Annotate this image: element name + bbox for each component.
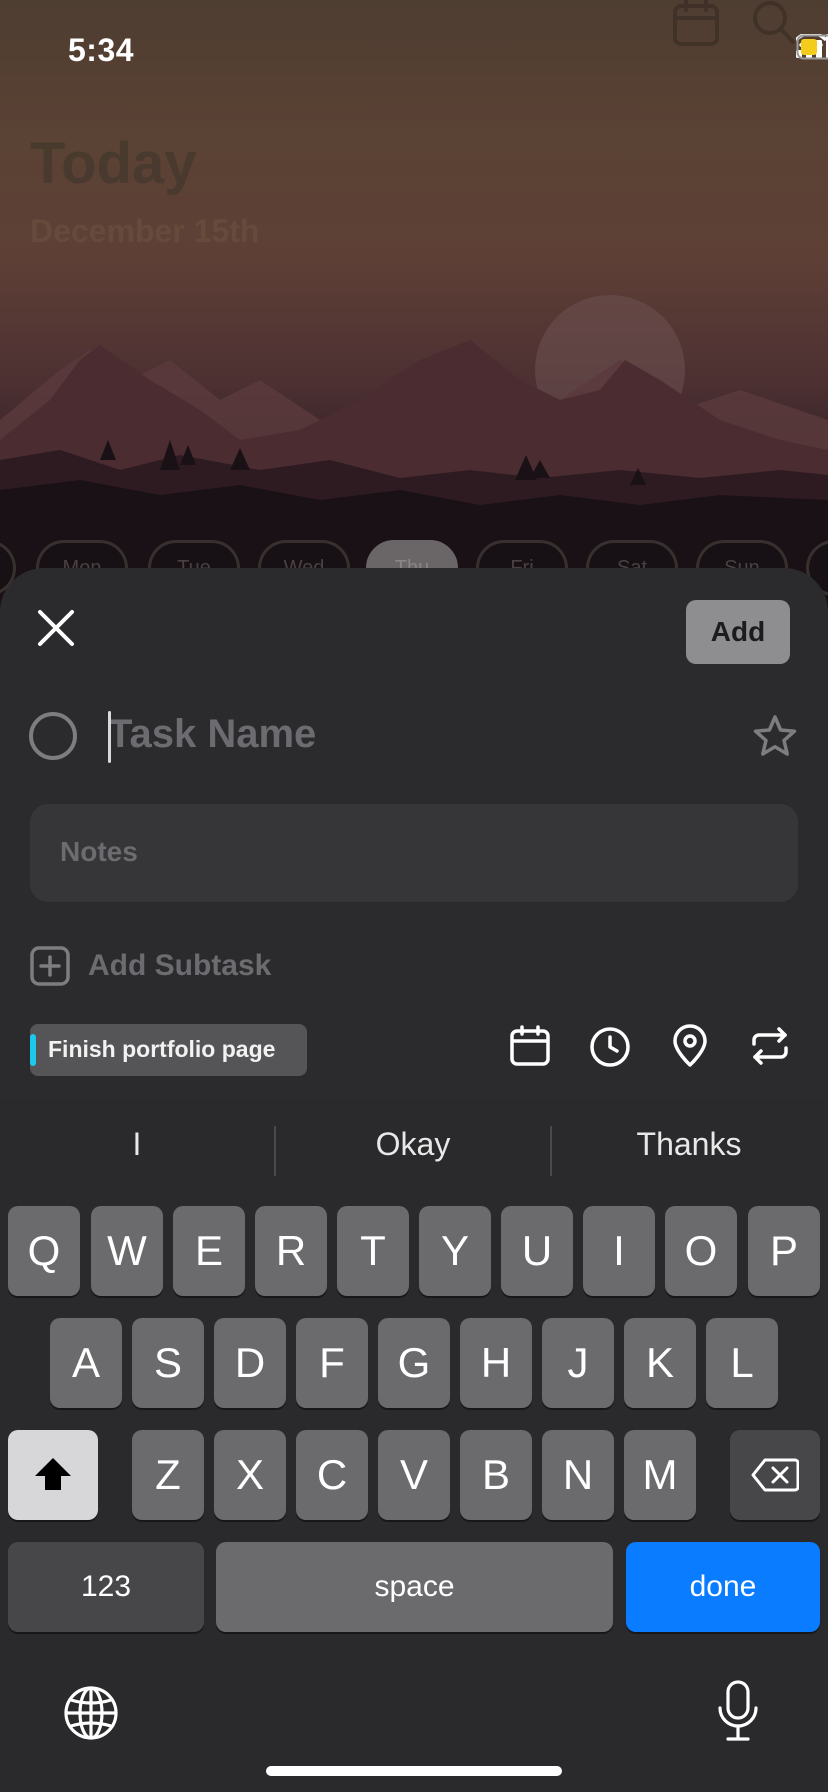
keyboard: I Okay Thanks Q W E R T Y U I O P A S D … [0,1100,828,1792]
tag-color-bar [30,1034,36,1066]
suggestion-item[interactable]: Thanks [552,1126,826,1163]
add-subtask-button[interactable]: Add Subtask [30,946,271,986]
repeat-icon[interactable] [748,1024,792,1068]
page-date: December 15th [30,213,260,249]
status-time: 5:34 [68,32,135,68]
key-w[interactable]: W [91,1206,163,1296]
microphone-icon[interactable] [716,1680,760,1742]
numbers-key[interactable]: 123 [8,1542,204,1632]
suggestion-item[interactable]: I [0,1126,274,1163]
key-d[interactable]: D [214,1318,286,1408]
suggestion-item[interactable]: Okay [276,1126,550,1163]
key-e[interactable]: E [173,1206,245,1296]
shift-arrow-icon [35,1458,71,1490]
backspace-icon [751,1458,800,1492]
key-r[interactable]: R [255,1206,327,1296]
key-f[interactable]: F [296,1318,368,1408]
space-key[interactable]: space [216,1542,613,1632]
delete-key[interactable] [730,1430,820,1520]
calendar-icon[interactable] [508,1024,552,1068]
globe-icon[interactable] [62,1684,120,1742]
key-g[interactable]: G [378,1318,450,1408]
key-o[interactable]: O [665,1206,737,1296]
mountain-illustration [0,295,828,620]
key-z[interactable]: Z [132,1430,204,1520]
text-cursor [108,711,111,763]
key-i[interactable]: I [583,1206,655,1296]
calendar-icon [673,0,719,46]
key-m[interactable]: M [624,1430,696,1520]
task-complete-checkbox[interactable] [29,712,77,760]
key-h[interactable]: H [460,1318,532,1408]
key-a[interactable]: A [50,1318,122,1408]
key-c[interactable]: C [296,1430,368,1520]
key-y[interactable]: Y [419,1206,491,1296]
add-subtask-label: Add Subtask [88,949,272,982]
shift-key[interactable] [8,1430,98,1520]
plus-square-icon [30,946,70,986]
key-s[interactable]: S [132,1318,204,1408]
suggestion-bar: I Okay Thanks [0,1100,828,1198]
key-b[interactable]: B [460,1430,532,1520]
search-icon [753,1,795,44]
battery-icon [796,34,828,60]
star-icon[interactable] [752,714,798,758]
key-l[interactable]: L [706,1318,778,1408]
key-x[interactable]: X [214,1430,286,1520]
task-name-input[interactable]: Task Name [108,712,316,757]
notes-field[interactable]: Notes [30,804,798,902]
notes-placeholder: Notes [60,836,138,867]
key-k[interactable]: K [624,1318,696,1408]
key-j[interactable]: J [542,1318,614,1408]
key-p[interactable]: P [748,1206,820,1296]
page-title: Today [30,131,197,196]
key-v[interactable]: V [378,1430,450,1520]
location-pin-icon[interactable] [668,1024,712,1068]
key-t[interactable]: T [337,1206,409,1296]
key-n[interactable]: N [542,1430,614,1520]
home-indicator[interactable] [266,1766,562,1776]
project-tag[interactable]: Finish portfolio page [30,1024,307,1076]
key-u[interactable]: U [501,1206,573,1296]
tag-label: Finish portfolio page [48,1036,276,1062]
close-icon[interactable] [36,608,76,648]
done-key[interactable]: done [626,1542,820,1632]
background-scene: 5:34 Today December 15th Mon T [0,0,828,620]
clock-icon[interactable] [588,1024,632,1068]
key-q[interactable]: Q [8,1206,80,1296]
add-button[interactable]: Add [686,600,790,664]
